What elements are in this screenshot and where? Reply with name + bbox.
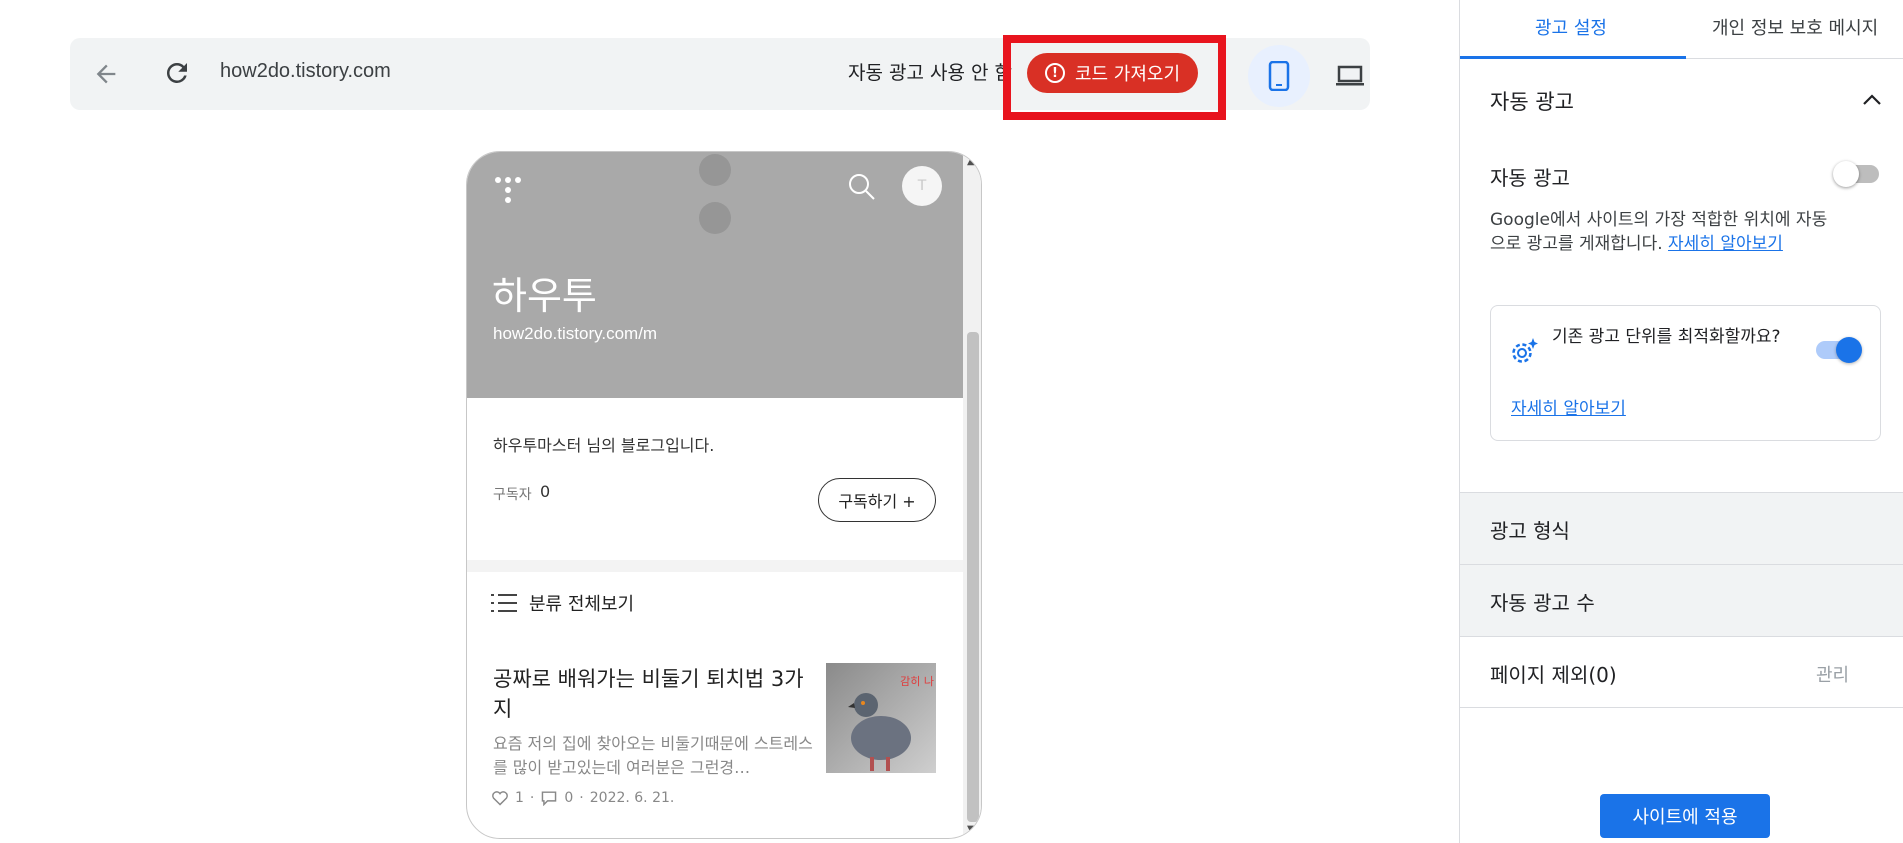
active-tab-indicator — [1460, 56, 1686, 59]
blog-url: how2do.tistory.com/m — [493, 324, 658, 343]
learn-more-link[interactable]: 자세히 알아보기 — [1668, 234, 1783, 254]
gray-dot — [699, 202, 731, 234]
subscribers-count: 0 — [540, 482, 551, 501]
ad-load-row[interactable]: 자동 광고 수 — [1460, 564, 1903, 636]
heart-icon[interactable] — [491, 790, 509, 806]
auto-ads-label: 자동 광고 — [1490, 166, 1570, 190]
optimize-question: 기존 광고 단위를 최적화할까요? — [1552, 327, 1781, 347]
back-arrow-icon[interactable] — [92, 60, 120, 88]
section-divider — [467, 560, 963, 572]
gray-dot — [699, 154, 731, 186]
comment-icon[interactable] — [540, 790, 558, 806]
blog-header: T 하우투 how2do.tistory.com/m — [467, 152, 963, 398]
page-exclusions-label: 페이지 제외(0) — [1490, 663, 1617, 687]
mobile-phone-icon — [1268, 61, 1290, 91]
scrollbar-thumb[interactable] — [967, 332, 979, 822]
mobile-preview-frame: T 하우투 how2do.tistory.com/m 하우투마스터 님의 블로그… — [466, 151, 982, 839]
avatar[interactable]: T — [902, 166, 942, 206]
laptop-icon — [1336, 65, 1364, 86]
preview-url: how2do.tistory.com — [220, 60, 391, 82]
search-icon[interactable] — [847, 172, 877, 202]
settings-panel: 광고 설정 개인 정보 보호 메시지 자동 광고 자동 광고 Google에서 … — [1459, 0, 1903, 843]
post-meta: 1 · 0 · 2022. 6. 21. — [491, 790, 674, 806]
apply-to-site-button[interactable]: 사이트에 적용 — [1600, 794, 1770, 838]
post-date: 2022. 6. 21. — [589, 790, 675, 806]
auto-ads-status: 자동 광고 사용 안 함 — [848, 62, 1012, 84]
page-exclusions-row: 페이지 제외(0) 관리 — [1460, 636, 1903, 708]
chevron-up-icon[interactable] — [1860, 88, 1884, 112]
scroll-up-arrow-icon[interactable]: ▲ — [967, 156, 975, 167]
ad-formats-row[interactable]: 광고 형식 — [1460, 492, 1903, 564]
app-root: how2do.tistory.com 자동 광고 사용 안 함 ! 코드 가져오… — [0, 0, 1903, 843]
post-title[interactable]: 공짜로 배워가는 비둘기 퇴치법 3가지 — [493, 664, 813, 724]
like-count: 1 — [515, 790, 524, 806]
get-code-button[interactable]: ! 코드 가져오기 — [1027, 53, 1198, 93]
desktop-view-button[interactable] — [1332, 58, 1368, 94]
comment-count: 0 — [564, 790, 574, 806]
ad-formats-label: 광고 형식 — [1490, 519, 1570, 543]
optimize-toggle[interactable] — [1816, 337, 1862, 363]
ad-load-label: 자동 광고 수 — [1490, 591, 1595, 615]
gear-sparkle-icon — [1509, 336, 1539, 366]
reload-icon[interactable] — [162, 58, 192, 88]
scroll-down-arrow-icon[interactable]: ▼ — [967, 824, 975, 835]
category-all-link[interactable]: 분류 전체보기 — [529, 590, 634, 616]
error-icon: ! — [1044, 63, 1065, 83]
subscribers-label: 구독자 — [493, 487, 532, 503]
optimize-card: 기존 광고 단위를 최적화할까요? 자세히 알아보기 — [1490, 305, 1881, 441]
blog-title: 하우투 — [492, 274, 597, 318]
post-thumbnail[interactable]: 감히 나 — [826, 663, 936, 773]
blog-description: 하우투마스터 님의 블로그입니다. — [493, 436, 715, 455]
tab-ad-settings[interactable]: 광고 설정 — [1535, 14, 1607, 40]
list-icon[interactable] — [491, 592, 517, 614]
auto-ads-description: Google에서 사이트의 가장 적합한 위치에 자동으로 광고를 게재합니다.… — [1490, 208, 1830, 256]
tab-privacy-messages[interactable]: 개인 정보 보호 메시지 — [1712, 14, 1878, 40]
tistory-menu-icon[interactable] — [493, 174, 523, 206]
manage-link[interactable]: 관리 — [1816, 661, 1849, 687]
subscribe-button[interactable]: 구독하기 + — [818, 478, 936, 522]
toggle-knob — [1836, 337, 1862, 363]
learn-more-link[interactable]: 자세히 알아보기 — [1511, 394, 1626, 419]
mobile-view-button[interactable] — [1248, 45, 1310, 107]
get-code-label: 코드 가져오기 — [1074, 64, 1181, 85]
post-excerpt: 요즘 저의 집에 찾아오는 비둘기때문에 스트레스를 많이 받고있는데 여러분은… — [493, 734, 813, 777]
auto-ads-toggle[interactable] — [1833, 161, 1879, 187]
toggle-knob — [1833, 161, 1859, 187]
section-title: 자동 광고 — [1490, 90, 1574, 114]
thumbnail-caption: 감히 나 — [900, 675, 934, 688]
